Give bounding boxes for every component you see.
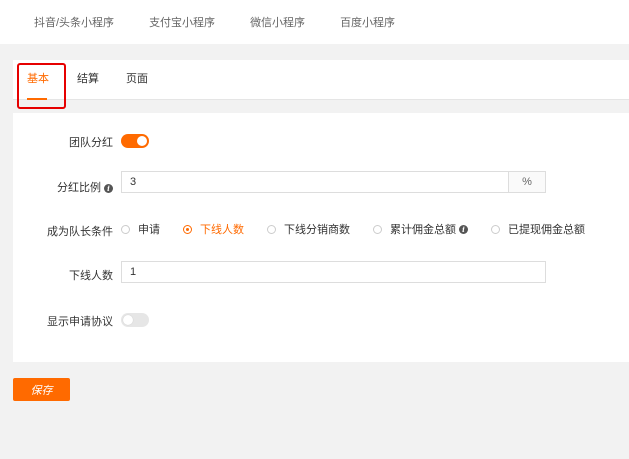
dividend-ratio-input[interactable]: 3	[121, 171, 509, 193]
leader-condition-label: 成为队长条件	[47, 226, 113, 238]
save-button[interactable]: 保存	[13, 378, 70, 401]
toggle-knob	[137, 136, 147, 146]
form-panel: 团队分红 分红比例 i 3 % 成为队长条件 申请 下线人数 下线分销商数 累计佣…	[13, 113, 629, 362]
top-nav: 抖音/头条小程序 支付宝小程序 微信小程序 百度小程序	[0, 0, 629, 44]
dividend-ratio-label-row: 分红比例 i	[0, 179, 113, 195]
radio-dot	[267, 224, 276, 234]
top-nav-item-alipay[interactable]: 支付宝小程序	[149, 14, 215, 30]
top-nav-item-douyin[interactable]: 抖音/头条小程序	[34, 14, 114, 30]
show-agreement-toggle[interactable]	[121, 313, 149, 327]
radio-downline-distributors[interactable]: 下线分销商数	[267, 221, 350, 237]
radio-downline-count[interactable]: 下线人数	[183, 221, 244, 237]
info-icon: i	[459, 224, 468, 234]
team-dividend-toggle[interactable]	[121, 134, 149, 148]
radio-total-commission-label: 累计佣金总额	[390, 224, 456, 236]
top-nav-item-wechat[interactable]: 微信小程序	[250, 14, 305, 30]
radio-dot	[121, 224, 130, 234]
downline-count-label: 下线人数	[69, 270, 113, 282]
team-dividend-label: 团队分红	[69, 137, 113, 149]
radio-downline-count-label: 下线人数	[200, 224, 244, 236]
tab-page[interactable]: 页面	[126, 60, 148, 100]
toggle-knob	[123, 315, 133, 325]
radio-apply-label: 申请	[138, 224, 160, 236]
tab-settlement[interactable]: 结算	[77, 60, 99, 100]
tab-bar: 基本 结算 页面	[13, 60, 629, 100]
radio-downline-distributors-label: 下线分销商数	[284, 224, 350, 236]
downline-count-input[interactable]: 1	[121, 261, 546, 283]
highlight-box	[17, 63, 66, 109]
radio-dot	[183, 224, 192, 234]
leader-condition-radio-group: 申请 下线人数 下线分销商数 累计佣金总额 i 已提现佣金总额	[121, 221, 608, 237]
radio-apply[interactable]: 申请	[121, 221, 160, 237]
radio-dot	[373, 224, 382, 234]
radio-total-commission[interactable]: 累计佣金总额 i	[373, 221, 468, 237]
radio-withdrawn-commission[interactable]: 已提现佣金总额	[491, 221, 585, 237]
percent-addon: %	[509, 171, 546, 193]
show-agreement-label: 显示申请协议	[47, 316, 113, 328]
tab-settlement-label: 结算	[77, 73, 99, 85]
info-icon: i	[104, 183, 113, 193]
top-nav-item-baidu[interactable]: 百度小程序	[340, 14, 395, 30]
tab-page-label: 页面	[126, 73, 148, 85]
dividend-ratio-label: 分红比例	[57, 182, 101, 194]
radio-dot	[491, 224, 500, 234]
radio-withdrawn-commission-label: 已提现佣金总额	[508, 224, 585, 236]
